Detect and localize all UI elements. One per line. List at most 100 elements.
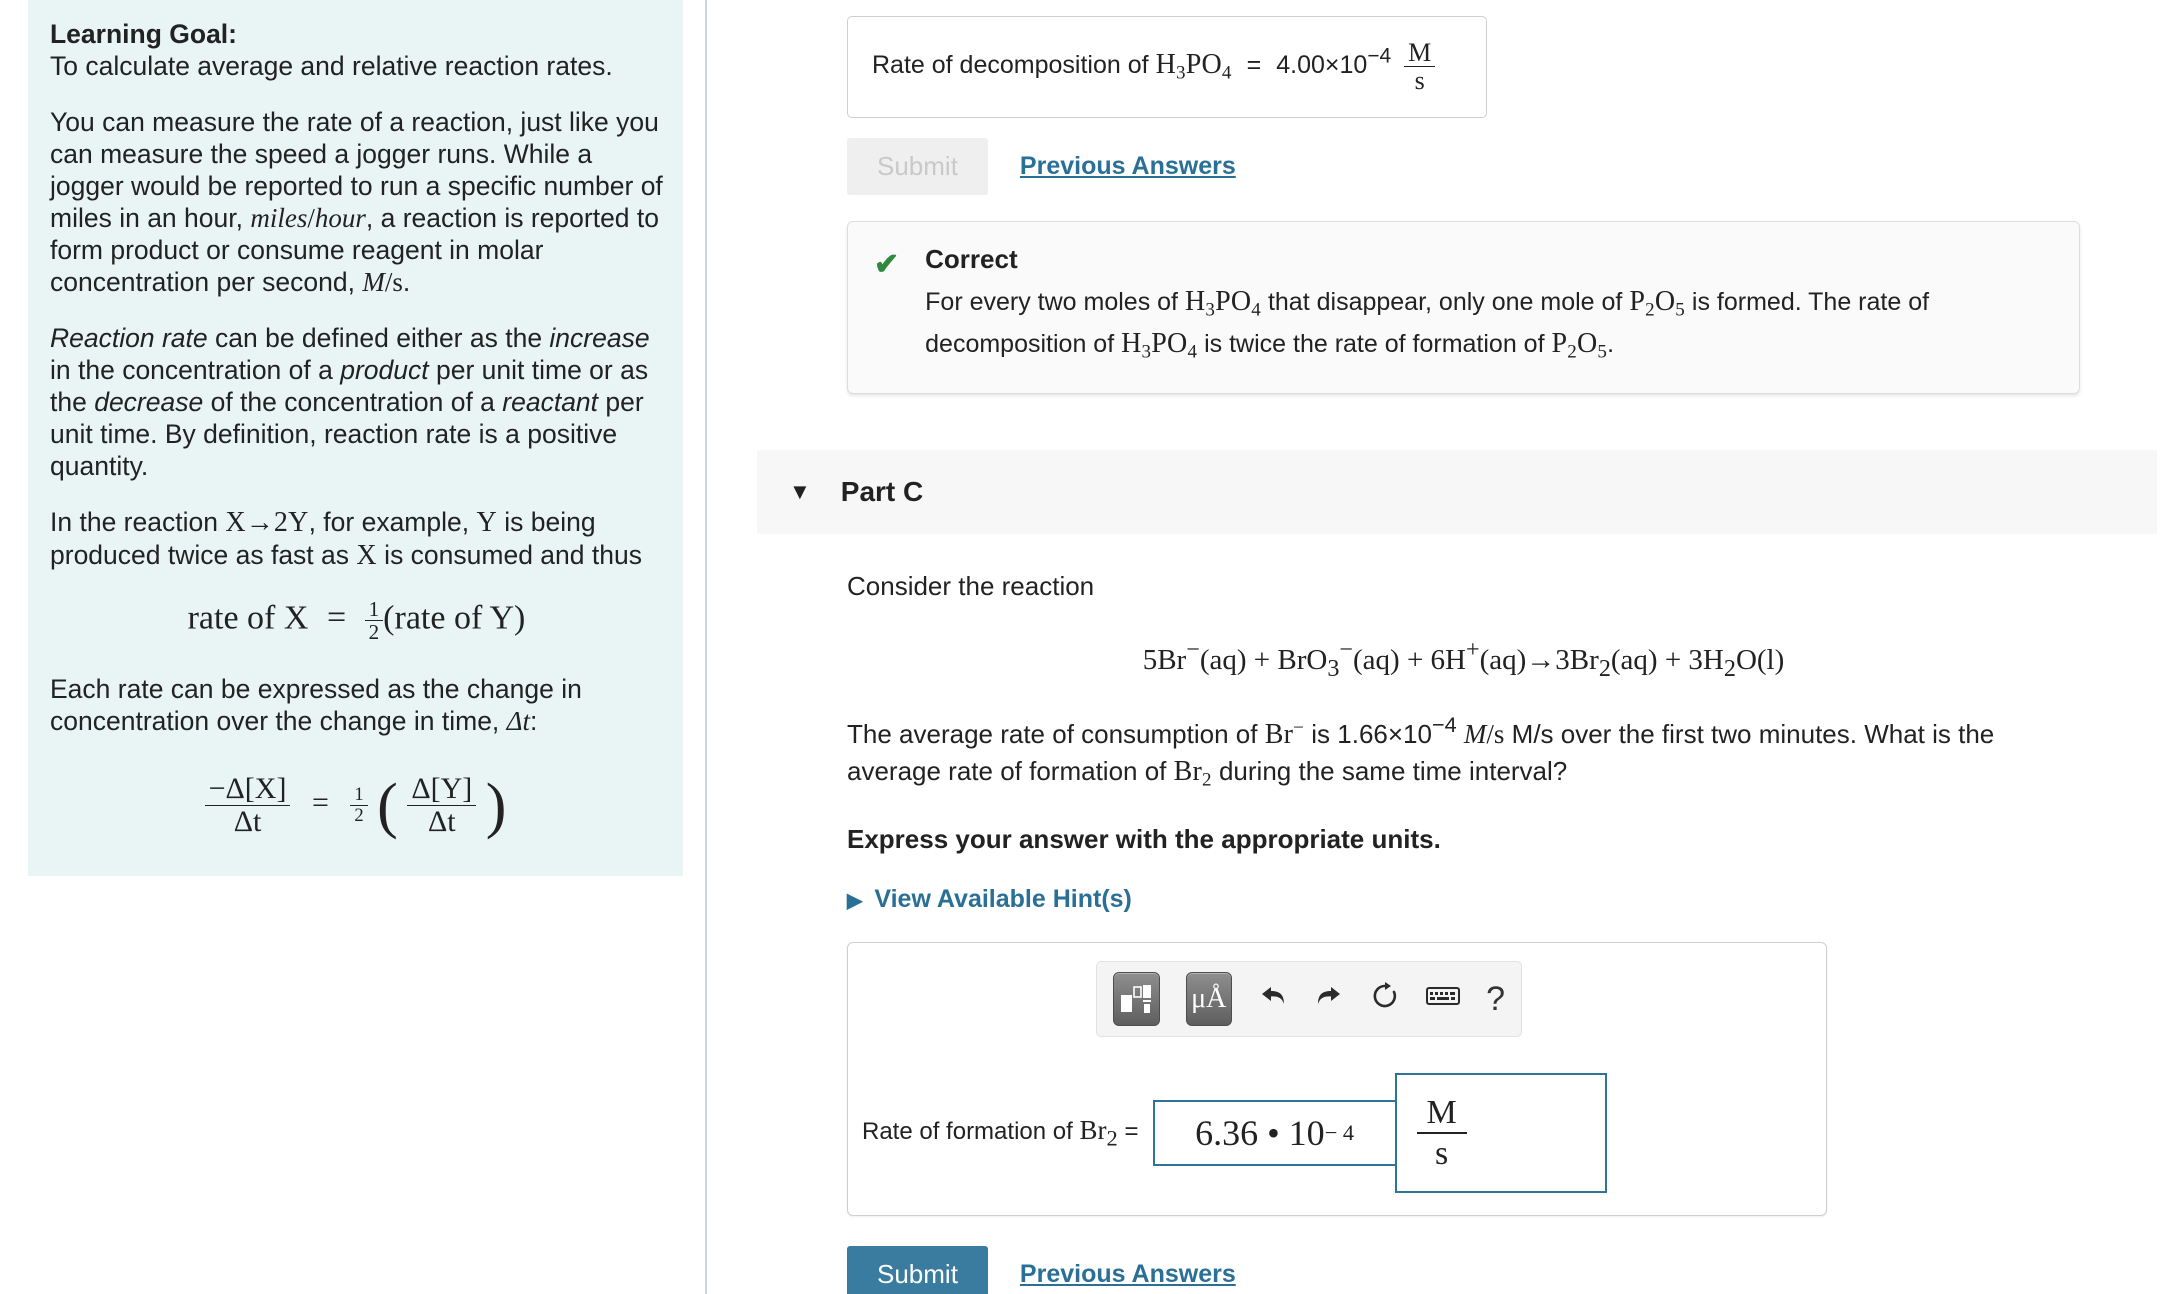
reset-icon[interactable] [1370, 981, 1400, 1017]
sidebar-paragraph-2: Reaction rate can be defined either as t… [50, 322, 663, 482]
feedback-title: Correct [925, 243, 1018, 274]
molar-per-second-units: M/s [362, 267, 403, 297]
eq2-left-numerator: −Δ[X] [204, 773, 291, 806]
chevron-right-icon[interactable]: ▶ [847, 890, 862, 912]
part-b-equals: = [1246, 51, 1262, 80]
species-y: Y [476, 507, 497, 538]
delta-t-symbol: Δt [506, 706, 531, 737]
eq2-half-numerator: 1 [350, 785, 368, 806]
part-b-button-row: Submit Previous Answers [847, 137, 2157, 195]
part-b-unit-denominator: s [1414, 66, 1425, 96]
answer-label-prefix: Rate of formation of [862, 1118, 1073, 1146]
redo-icon[interactable] [1314, 982, 1344, 1016]
species-x: X [356, 540, 377, 571]
keyboard-icon[interactable] [1426, 984, 1461, 1014]
express-units-instruction: Express your answer with the appropriate… [847, 824, 1441, 855]
fb-1: For every two moles of [925, 287, 1185, 316]
units-mu-angstrom-button[interactable]: μÅ [1185, 972, 1233, 1027]
eq2-one-half: 1 2 [350, 785, 368, 825]
answer-value-text: 6.36 • 10 [1195, 1113, 1325, 1154]
para1-part-c: . [402, 267, 411, 297]
main-column: Rate of decomposition of H3PO4 = 4.00×10… [757, 0, 2157, 1294]
eq2-equals: = [311, 786, 329, 820]
answer-value-exponent: − 4 [1324, 1120, 1355, 1146]
part-b-value: 4.00×10−4 [1276, 44, 1392, 80]
answer-value-input[interactable]: 6.36 • 10− 4 [1152, 1100, 1397, 1167]
part-b-submit-button[interactable]: Submit [847, 137, 988, 195]
p2-8: of the concentration of a [203, 387, 503, 417]
p2-2: can be defined either as the [207, 323, 550, 353]
answer-input-row: Rate of formation of Br2 = 6.36 • 10− 4 … [848, 1073, 1826, 1194]
sidebar-paragraph-1: You can measure the rate of a reaction, … [50, 106, 663, 298]
feedback-content: Correct For every two moles of H3PO4 tha… [925, 244, 2045, 370]
part-c-previous-answers-link[interactable]: Previous Answers [1020, 1260, 1236, 1289]
eq2-right-numerator: Δ[Y] [407, 773, 477, 806]
eq2-right-fraction: Δ[Y] Δt [407, 773, 477, 838]
column-divider [705, 0, 707, 1294]
eq2-paren-open: ( [377, 772, 398, 841]
learning-goal-block: Learning Goal: To calculate average and … [50, 18, 663, 82]
eq1-equals: = [326, 599, 347, 637]
qc-1: The average rate of consumption of [847, 718, 1265, 749]
part-c-body: Consider the reaction 5Br−(aq) + BrO3−(a… [847, 568, 2080, 1217]
eq1-one-half: 1 2 [364, 598, 384, 645]
correct-feedback-box: ✔ Correct For every two moles of H3PO4 t… [847, 220, 2080, 395]
increase-term: increase [549, 323, 650, 353]
template-tool-icon [1121, 985, 1152, 1014]
eq1-lhs: rate of X [187, 599, 309, 637]
mu-angstrom-label: μÅ [1191, 983, 1227, 1015]
reaction-equation: 5Br−(aq) + BrO3−(aq) + 6H+(aq)→3Br2(aq) … [1142, 636, 1785, 683]
fb-2: that disappear, only one mole of [1261, 287, 1630, 316]
p3-a: In the reaction [50, 507, 226, 537]
eq2-left-denominator: Δt [233, 804, 262, 838]
fb-5: . [1607, 329, 1615, 358]
part-b-answer-label: Rate of decomposition of [872, 51, 1149, 80]
species-br2: Br2 [1173, 755, 1212, 791]
answer-unit-denominator: s [1435, 1135, 1449, 1173]
miles-per-hour-units: miles/hour [250, 203, 366, 233]
decrease-term: decrease [94, 387, 204, 417]
learning-goal-text: To calculate average and relative reacti… [50, 51, 613, 81]
eq2-right-denominator: Δt [427, 804, 456, 838]
fb-formula-h3po4-1: H3PO4 [1184, 285, 1262, 320]
math-editor-toolbar: μÅ ? [1096, 961, 1522, 1038]
view-hints-label[interactable]: View Available Hint(s) [874, 885, 1131, 913]
qc-exponent: −4 [1431, 712, 1457, 738]
checkmark-icon: ✔ [874, 247, 900, 281]
eq2-paren-close: ) [485, 772, 507, 841]
reaction-x-to-2y: X→2Y [225, 507, 309, 538]
answer-label-equals: = [1124, 1118, 1139, 1146]
fb-4: is twice the rate of formation of [1197, 329, 1552, 358]
formula-h3po4: H3PO4 [1155, 49, 1232, 84]
eq1-denominator: 2 [368, 620, 380, 645]
sidebar-paragraph-3: In the reaction X→2Y, for example, Y is … [50, 506, 663, 572]
eq1-numerator: 1 [364, 598, 384, 622]
part-c-submit-button[interactable]: Submit [847, 1246, 988, 1294]
answer-editor-panel: μÅ ? Rate of formation of Br2 = 6.36 • 1… [847, 942, 1827, 1217]
units-m-per-s: M/s [1463, 718, 1505, 749]
undo-icon[interactable] [1258, 982, 1288, 1016]
consider-the-reaction-text: Consider the reaction [847, 571, 1095, 602]
p4-a: Each rate can be expressed as the change… [50, 674, 582, 737]
feedback-body: For every two moles of H3PO4 that disapp… [925, 285, 2045, 370]
part-c-question-text: The average rate of consumption of Br− i… [847, 707, 2080, 798]
view-hints-toggle[interactable]: ▶ View Available Hint(s) [847, 885, 2080, 914]
eq2-left-fraction: −Δ[X] Δt [204, 773, 291, 838]
p4-b: : [530, 706, 538, 737]
fb-formula-h3po4-2: H3PO4 [1121, 327, 1198, 363]
answer-unit-numerator: M [1416, 1093, 1467, 1135]
answer-units-input[interactable]: M s [1394, 1073, 1607, 1194]
help-icon[interactable]: ? [1486, 982, 1505, 1016]
part-b-previous-answers-link[interactable]: Previous Answers [1020, 152, 1236, 181]
answer-units-fraction: M s [1416, 1093, 1467, 1173]
page-root: Learning Goal: To calculate average and … [0, 0, 2180, 1294]
eq1-rhs: (rate of Y) [383, 599, 526, 637]
part-c-header[interactable]: ▼ Part C [757, 450, 2157, 535]
chevron-down-icon[interactable]: ▼ [789, 479, 811, 505]
p3-b: , for example, [308, 507, 477, 537]
part-b-units: M s [1404, 39, 1436, 96]
rate-relation-equation: rate of X = 1 2 (rate of Y) [50, 598, 663, 643]
reactant-term: reactant [502, 387, 599, 417]
template-tool-button[interactable] [1113, 972, 1160, 1027]
part-b-answer-summary: Rate of decomposition of H3PO4 = 4.00×10… [847, 16, 1487, 118]
